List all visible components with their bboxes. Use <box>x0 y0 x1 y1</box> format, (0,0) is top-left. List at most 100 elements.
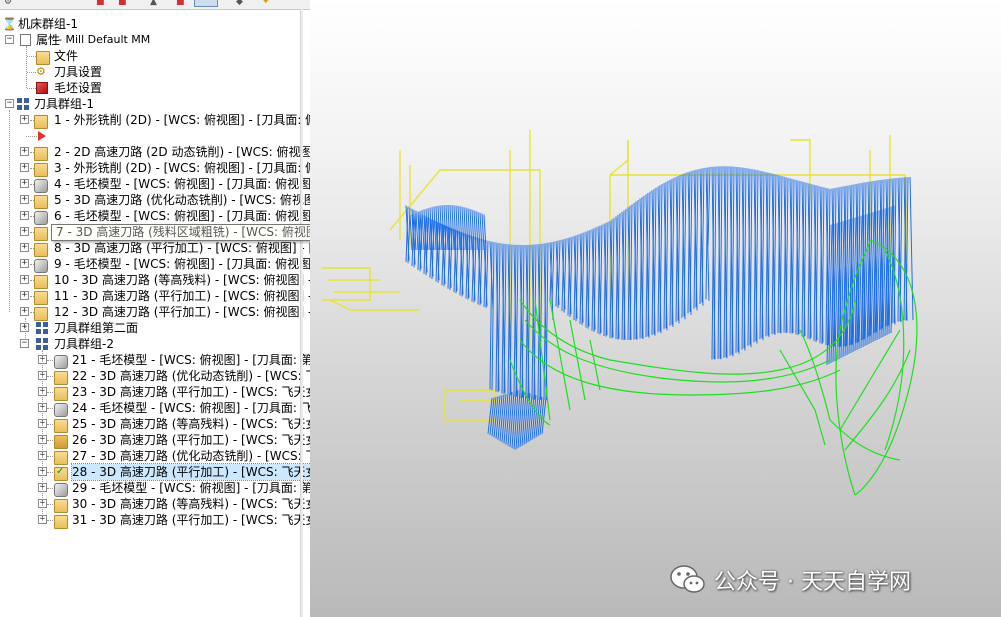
properties-icon <box>20 34 31 46</box>
tree-item-label: 文件 <box>54 49 79 63</box>
expand-toggle[interactable]: − <box>5 99 14 108</box>
tree-item-operation[interactable]: +26 - 3D 高速刀路 (平行加工) - [WCS: 飞天女 <box>0 432 310 449</box>
tree-guide-line <box>30 232 34 233</box>
tree-item-operation[interactable]: +3 - 外形铣削 (2D) - [WCS: 俯视图] - [刀具面: 俯视 <box>0 160 310 177</box>
toolgroup-grid-icon <box>36 338 50 352</box>
stock-model-icon <box>54 355 68 369</box>
tree-scrollbar-edge[interactable] <box>300 9 303 617</box>
expand-toggle[interactable]: + <box>20 259 29 268</box>
tree-item-tool-settings[interactable]: ⚙ 刀具设置 <box>0 64 300 80</box>
expand-toggle[interactable]: + <box>20 291 29 300</box>
folder-icon: ✓ <box>54 466 68 481</box>
tree-item-operation[interactable]: +5 - 3D 高速刀路 (优化动态铣削) - [WCS: 俯视图] <box>0 192 310 209</box>
tree-item-label: 21 - 毛坯模型 - [WCS: 俯视图] - [刀具面: 第二 <box>72 353 310 367</box>
tree-item-operation[interactable]: +11 - 3D 高速刀路 (平行加工) - [WCS: 俯视图] - [ <box>0 288 310 305</box>
tree-item-label: 24 - 毛坯模型 - [WCS: 俯视图] - [刀具面: 飞 <box>72 401 310 415</box>
toolbar-icon[interactable]: ◆ <box>236 0 243 7</box>
tree-item-operation[interactable]: +25 - 3D 高速刀路 (等高残料) - [WCS: 飞天女 <box>0 416 310 433</box>
tree-guide-line <box>30 296 34 297</box>
toolbar-icon[interactable]: ⚙ <box>4 0 12 7</box>
tree-item-label: 22 - 3D 高速刀路 (优化动态铣削) - [WCS: 飞 <box>72 369 310 383</box>
tree-item-properties[interactable]: − 属性 - Mill Default MM <box>0 32 300 48</box>
tree-item-operation[interactable]: +8 - 3D 高速刀路 (平行加工) - [WCS: 俯视图] - [刀 <box>0 240 310 257</box>
expand-toggle[interactable]: + <box>20 179 29 188</box>
watermark-text: 公众号 · 天天自学网 <box>714 570 911 595</box>
tree-item-operation[interactable]: +31 - 3D 高速刀路 (平行加工) - [WCS: 飞天女 <box>0 512 310 529</box>
stock-model-icon <box>34 211 48 225</box>
tree-item-label: 10 - 3D 高速刀路 (等高残料) - [WCS: 俯视图] - [ <box>54 273 310 287</box>
tree-guide-line <box>26 136 37 137</box>
tree-item-operation[interactable]: +6 - 毛坯模型 - [WCS: 俯视图] - [刀具面: 俯视图] <box>0 208 310 225</box>
folder-icon <box>34 307 48 321</box>
toolbar-icon[interactable]: ✦ <box>262 0 270 7</box>
tree-item-label: 1 - 外形铣削 (2D) - [WCS: 俯视图] - [刀具面: 俯视 <box>54 113 310 127</box>
play-arrow-icon[interactable] <box>38 131 46 141</box>
tree-root[interactable]: ⌛ 机床群组-1 <box>0 16 300 32</box>
tree-item-label: 刀具群组第二面 <box>54 321 139 335</box>
expand-toggle[interactable]: + <box>20 163 29 172</box>
tree-item-operation[interactable]: + ✓ 28 - 3D 高速刀路 (平行加工) - [WCS: 飞天女 <box>0 463 310 481</box>
expand-toggle[interactable]: + <box>20 195 29 204</box>
tree-guide-line <box>30 312 34 313</box>
tree-item-label: 毛坯设置 <box>54 81 103 95</box>
expand-toggle[interactable]: + <box>20 243 29 252</box>
stock-model-icon <box>54 403 68 417</box>
folder-icon <box>34 163 48 177</box>
tree-item-operation[interactable]: +30 - 3D 高速刀路 (等高残料) - [WCS: 飞天女 <box>0 496 310 513</box>
toolbar-icon[interactable]: ▲ <box>150 0 157 7</box>
tree-item-operation[interactable]: +23 - 3D 高速刀路 (平行加工) - [WCS: 飞天女 <box>0 384 310 401</box>
toolbar-icon[interactable]: ■ <box>176 0 185 7</box>
stock-model-icon <box>34 259 48 273</box>
toolbar-icon[interactable]: ■ <box>96 0 105 7</box>
tree-item-operation[interactable]: +29 - 毛坯模型 - [WCS: 俯视图] - [刀具面: 第二 <box>0 480 310 497</box>
graphics-viewport[interactable] <box>310 0 1001 617</box>
tree-item-operation[interactable]: +22 - 3D 高速刀路 (优化动态铣削) - [WCS: 飞 <box>0 368 310 385</box>
tree-item-operation[interactable]: +27 - 3D 高速刀路 (优化动态铣削) - [WCS: 飞 <box>0 448 310 465</box>
tree-guide-line <box>27 88 36 89</box>
expand-toggle[interactable]: + <box>20 227 29 236</box>
tree-guide-line <box>27 72 36 73</box>
tree-guide-line <box>47 456 53 457</box>
tree-guide-line <box>30 200 34 201</box>
tree-item-operation[interactable]: +1 - 外形铣削 (2D) - [WCS: 俯视图] - [刀具面: 俯视 <box>0 112 310 129</box>
folder-icon <box>34 243 48 257</box>
expand-toggle[interactable]: + <box>20 211 29 220</box>
expand-toggle[interactable]: + <box>20 275 29 284</box>
tree-item-label: 11 - 3D 高速刀路 (平行加工) - [WCS: 俯视图] - [ <box>54 289 310 303</box>
toolpath-render <box>322 130 918 496</box>
tree-item-operation[interactable]: +2 - 2D 高速刀路 (2D 动态铣削) - [WCS: 俯视图] - <box>0 144 310 161</box>
toolbar-icon[interactable]: ■ <box>118 0 127 7</box>
tree-item-label: 机床群组-1 <box>18 17 78 31</box>
tree-item-toolgroup-1[interactable]: − 刀具群组-1 <box>0 96 300 112</box>
folder-icon <box>54 451 68 465</box>
expand-toggle[interactable]: + <box>20 115 29 124</box>
tree-item-operation[interactable]: +9 - 毛坯模型 - [WCS: 俯视图] - [刀具面: 俯视图] <box>0 256 310 273</box>
operations-manager-panel: ⚙ ■ ■ ▲ ■ ◆ ✦ ⌛ 机床群组-1− 属性 - Mill Default … <box>0 0 310 617</box>
tree-guide-line <box>30 120 34 121</box>
expand-toggle[interactable]: − <box>20 339 29 348</box>
tree-item-stock-settings[interactable]: 毛坯设置 <box>0 80 300 96</box>
tree-item-operation[interactable]: +10 - 3D 高速刀路 (等高残料) - [WCS: 俯视图] - [ <box>0 272 310 289</box>
tree-item-label: 6 - 毛坯模型 - [WCS: 俯视图] - [刀具面: 俯视图] <box>54 209 310 223</box>
tree-guide-line <box>9 110 10 312</box>
folder-icon <box>34 275 48 289</box>
expand-toggle[interactable]: + <box>20 307 29 316</box>
tree-item-operation[interactable]: +24 - 毛坯模型 - [WCS: 俯视图] - [刀具面: 飞 <box>0 400 310 417</box>
tree-item-operation[interactable]: +4 - 毛坯模型 - [WCS: 俯视图] - [刀具面: 俯视图] <box>0 176 310 193</box>
tree-item-label: 23 - 3D 高速刀路 (平行加工) - [WCS: 飞天女 <box>72 385 310 399</box>
tree-item-operation[interactable]: +12 - 3D 高速刀路 (平行加工) - [WCS: 俯视图] - [ <box>0 304 310 321</box>
tree-item-label: 4 - 毛坯模型 - [WCS: 俯视图] - [刀具面: 俯视图] <box>54 177 310 191</box>
tree-item-label: 5 - 3D 高速刀路 (优化动态铣削) - [WCS: 俯视图] <box>54 193 310 207</box>
tree-item-insert-arrow[interactable] <box>0 128 300 144</box>
tree-item-operation[interactable]: +21 - 毛坯模型 - [WCS: 俯视图] - [刀具面: 第二 <box>0 352 310 369</box>
tree-guide-line <box>30 248 34 249</box>
tree-guide-line <box>30 184 34 185</box>
tree-item-label: 8 - 3D 高速刀路 (平行加工) - [WCS: 俯视图] - [刀 <box>54 241 310 255</box>
toolbar-icon[interactable] <box>194 0 218 7</box>
tree-item-toolgroup-second-face[interactable]: + 刀具群组第二面 <box>0 320 300 336</box>
tree-item-toolgroup-2[interactable]: − 刀具群组-2 <box>0 336 300 352</box>
tree-item-files[interactable]: 文件 <box>0 48 300 65</box>
tree-item-label: 12 - 3D 高速刀路 (平行加工) - [WCS: 俯视图] - [ <box>54 305 310 319</box>
expand-toggle[interactable]: + <box>20 147 29 156</box>
expand-toggle[interactable]: − <box>5 35 14 44</box>
